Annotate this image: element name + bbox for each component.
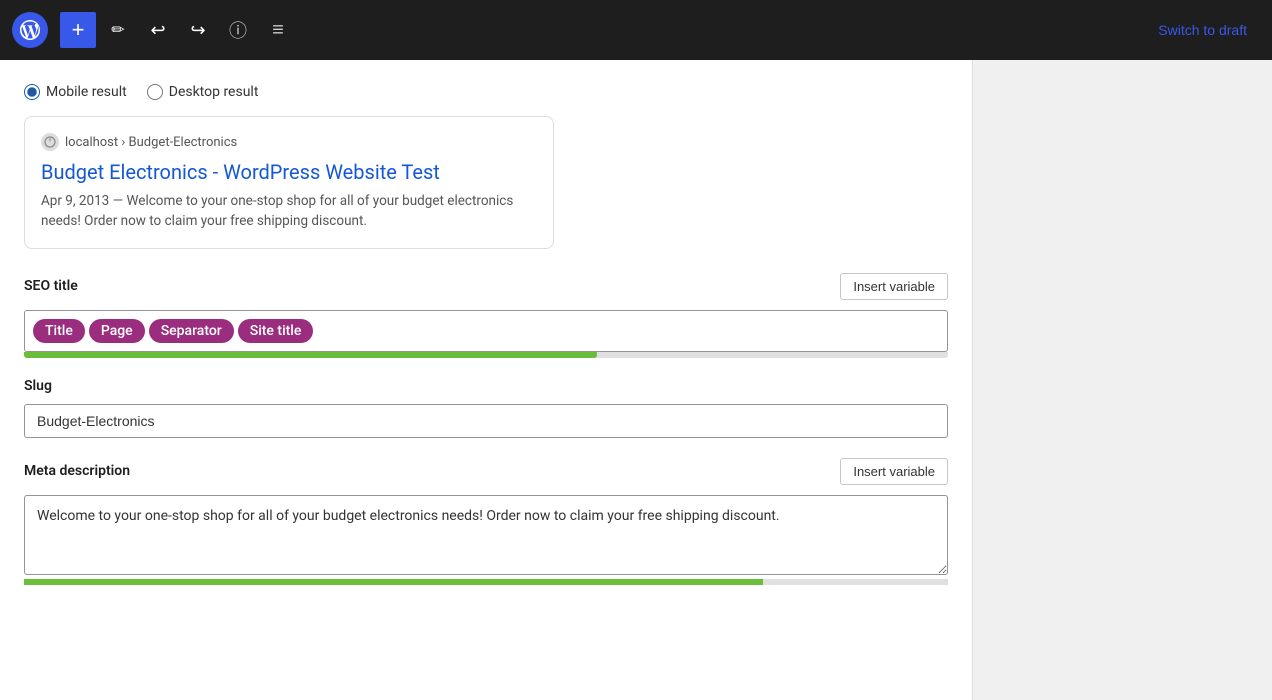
meta-description-progress: [24, 579, 948, 585]
desktop-result-label: Desktop result: [169, 84, 259, 100]
meta-description-input[interactable]: Welcome to your one-stop shop for all of…: [24, 495, 948, 575]
content-panel: Mobile result Desktop result localhost ›: [0, 60, 972, 700]
meta-description-section: Meta description Insert variable Welcome…: [24, 458, 948, 585]
slug-section: Slug: [24, 378, 948, 438]
seo-title-progress-fill: [24, 352, 597, 358]
tag-separator[interactable]: Separator: [149, 319, 234, 343]
list-button[interactable]: ≡: [260, 12, 296, 48]
site-icon: [41, 133, 59, 151]
slug-header: Slug: [24, 378, 948, 394]
serp-preview-card: localhost › Budget-Electronics Budget El…: [24, 116, 554, 249]
desktop-radio[interactable]: [147, 84, 163, 100]
main-area: Mobile result Desktop result localhost ›: [0, 60, 1272, 700]
toolbar: + ✏ ↩ ↪ ⓘ ≡ Switch to draft: [0, 0, 1272, 60]
redo-icon: ↪: [190, 20, 205, 41]
meta-description-header: Meta description Insert variable: [24, 458, 948, 485]
serp-breadcrumb: localhost › Budget-Electronics: [41, 133, 537, 151]
switch-draft-button[interactable]: Switch to draft: [1145, 15, 1260, 45]
info-button[interactable]: ⓘ: [220, 12, 256, 48]
info-icon: ⓘ: [229, 17, 247, 43]
desktop-result-option[interactable]: Desktop result: [147, 84, 259, 100]
seo-title-field[interactable]: Title Page Separator Site title: [24, 310, 948, 352]
add-button[interactable]: +: [60, 12, 96, 48]
serp-title[interactable]: Budget Electronics - WordPress Website T…: [41, 159, 537, 185]
undo-icon: ↩: [150, 20, 165, 41]
tag-title[interactable]: Title: [33, 319, 85, 343]
add-icon: +: [72, 17, 85, 43]
seo-title-label: SEO title: [24, 278, 78, 294]
undo-button[interactable]: ↩: [140, 12, 176, 48]
seo-title-section: SEO title Insert variable Title Page Sep…: [24, 273, 948, 358]
slug-label: Slug: [24, 378, 52, 394]
meta-insert-variable-button[interactable]: Insert variable: [840, 458, 948, 485]
redo-button[interactable]: ↪: [180, 12, 216, 48]
seo-title-progress: [24, 352, 948, 358]
meta-description-label: Meta description: [24, 463, 130, 479]
slug-input[interactable]: [24, 404, 948, 438]
seo-title-header: SEO title Insert variable: [24, 273, 948, 300]
meta-description-progress-fill: [24, 579, 763, 585]
result-options: Mobile result Desktop result: [24, 84, 948, 100]
mobile-result-label: Mobile result: [46, 84, 127, 100]
list-icon: ≡: [272, 19, 284, 42]
edit-button[interactable]: ✏: [100, 12, 136, 48]
serp-description: Apr 9, 2013 — Welcome to your one-stop s…: [41, 191, 537, 232]
edit-icon: ✏: [111, 20, 124, 40]
mobile-radio[interactable]: [24, 84, 40, 100]
switch-draft-label: Switch to draft: [1158, 22, 1247, 38]
mobile-result-option[interactable]: Mobile result: [24, 84, 127, 100]
serp-breadcrumb-text: localhost › Budget-Electronics: [65, 135, 237, 150]
right-sidebar: [972, 60, 1272, 700]
seo-insert-variable-button[interactable]: Insert variable: [840, 273, 948, 300]
tag-site-title[interactable]: Site title: [238, 319, 314, 343]
tag-page[interactable]: Page: [89, 319, 145, 343]
wp-logo: [12, 12, 48, 48]
